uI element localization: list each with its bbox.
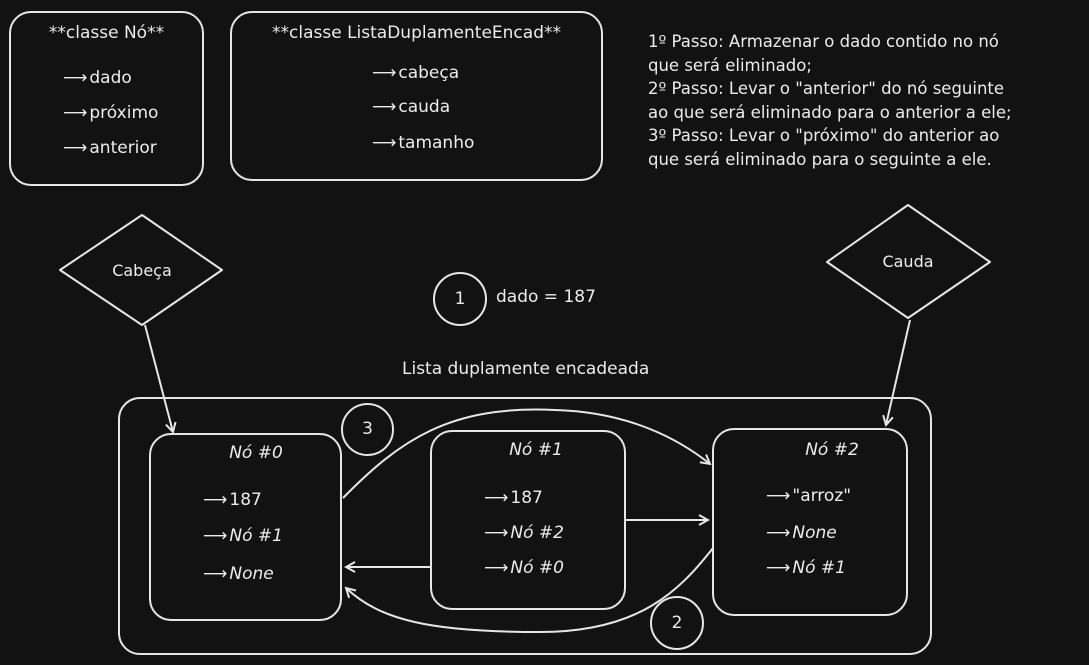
arrow-icon: ⟶ (372, 97, 396, 117)
arrow-icon: ⟶ (372, 133, 396, 153)
class-lista-field-tamanho: ⟶ tamanho (372, 133, 475, 153)
node-1-proximo: ⟶ Nó #2 (484, 523, 564, 543)
arrow-icon: ⟶ (484, 488, 508, 508)
step-line: 1º Passo: Armazenar o dado contido no nó (648, 32, 999, 51)
head-label: Cabeça (112, 261, 172, 280)
class-no-box: **classe Nó** ⟶ dado ⟶ próximo ⟶ anterior (9, 11, 204, 186)
class-lista-title: **classe ListaDuplamenteEncad** (272, 23, 561, 43)
step-line: 2º Passo: Levar o "anterior" do nó segui… (648, 79, 1005, 98)
arrow-icon: ⟶ (484, 523, 508, 543)
step-line: que será eliminado; (648, 55, 812, 75)
node-2: Nó #2 ⟶ "arroz" ⟶ None ⟶ Nó #1 (712, 428, 908, 616)
node-2-anterior: ⟶ Nó #1 (766, 558, 846, 578)
node-0-title: Nó #0 (229, 443, 283, 463)
arrow-icon: ⟶ (484, 558, 508, 578)
step-line: que será eliminado para o seguinte a ele… (648, 149, 992, 169)
arrow-icon: ⟶ (203, 490, 227, 510)
arrow-icon: ⟶ (766, 486, 790, 506)
list-title: Lista duplamente encadeada (402, 359, 650, 379)
node-0: Nó #0 ⟶ 187 ⟶ Nó #1 ⟶ None (149, 433, 342, 621)
class-lista-field-cauda: ⟶ cauda (372, 97, 451, 117)
node-1-dado: ⟶ 187 (484, 488, 543, 508)
node-2-dado: ⟶ "arroz" (766, 486, 852, 506)
node-0-proximo: ⟶ Nó #1 (203, 526, 283, 546)
node-2-title: Nó #2 (805, 440, 859, 460)
step2-circle: 2 (650, 596, 704, 650)
class-no-field-dado: ⟶ dado (63, 68, 132, 88)
arrow-icon: ⟶ (203, 526, 227, 546)
arrow-icon: ⟶ (766, 523, 790, 543)
class-no-field-anterior: ⟶ anterior (63, 138, 157, 158)
node-1-title: Nó #1 (509, 440, 563, 460)
arrow-icon: ⟶ (203, 564, 227, 584)
step1-text: dado = 187 (496, 287, 596, 307)
node-0-dado: ⟶ 187 (203, 490, 262, 510)
arrow-icon: ⟶ (766, 558, 790, 578)
arrow-icon: ⟶ (372, 63, 396, 83)
node-2-proximo: ⟶ None (766, 523, 837, 543)
class-no-title: **classe Nó** (48, 23, 165, 43)
tail-label: Cauda (882, 252, 934, 271)
class-lista-box: **classe ListaDuplamenteEncad** ⟶ cabeça … (230, 11, 603, 181)
class-lista-field-cabeca: ⟶ cabeça (372, 63, 460, 83)
class-no-field-proximo: ⟶ próximo (63, 103, 159, 123)
node-1: Nó #1 ⟶ 187 ⟶ Nó #2 ⟶ Nó #0 (430, 430, 626, 610)
steps-text: 1º Passo: Armazenar o dado contido no nó… (648, 30, 1012, 171)
arrow-icon: ⟶ (63, 138, 87, 158)
step-line: ao que será eliminado para o anterior a … (648, 102, 1012, 122)
arrow-icon: ⟶ (63, 68, 87, 88)
step1-circle: 1 (433, 272, 487, 326)
arrow-icon: ⟶ (63, 103, 87, 123)
step-line: 3º Passo: Levar o "próximo" do anterior … (648, 126, 1000, 145)
node-0-anterior: ⟶ None (203, 564, 274, 584)
node-1-anterior: ⟶ Nó #0 (484, 558, 564, 578)
